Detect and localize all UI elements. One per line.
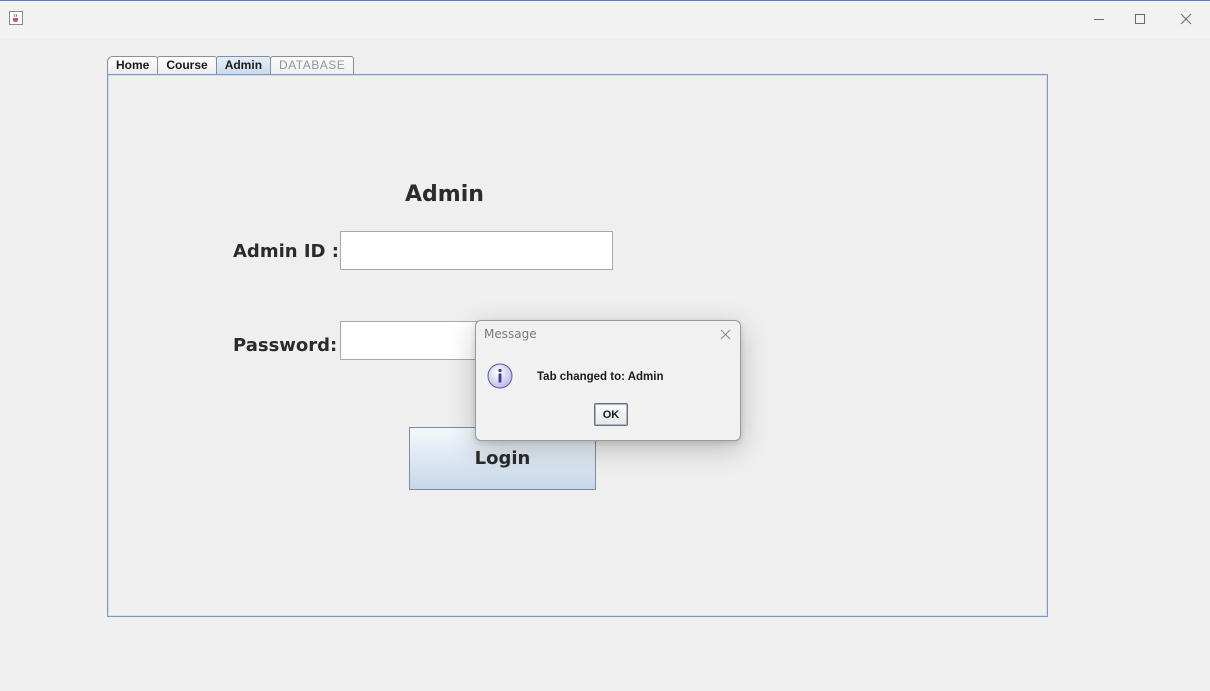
close-icon[interactable] <box>1174 7 1198 31</box>
maximize-icon[interactable] <box>1128 7 1152 31</box>
app-window: Home Course Admin DATABASE Admin Admin I… <box>0 0 1210 691</box>
tab-home[interactable]: Home <box>107 56 159 74</box>
close-icon[interactable] <box>716 325 734 343</box>
minimize-icon[interactable] <box>1087 7 1111 31</box>
tab-course[interactable]: Course <box>157 56 217 74</box>
admin-id-input[interactable] <box>340 231 613 270</box>
tab-bar: Home Course Admin DATABASE <box>107 56 355 75</box>
page-title: Admin <box>405 182 484 207</box>
ok-button[interactable]: OK <box>594 403 628 426</box>
admin-id-label: Admin ID : <box>233 241 339 262</box>
tab-admin[interactable]: Admin <box>215 56 272 74</box>
info-icon <box>487 363 513 389</box>
password-label: Password: <box>233 335 338 356</box>
dialog-message: Tab changed to: Admin <box>537 371 664 383</box>
title-bar <box>0 1 1210 39</box>
dialog-title: Message <box>484 327 537 341</box>
tab-database: DATABASE <box>270 56 355 74</box>
message-dialog: Message Tab changed to: Admin OK <box>475 320 741 441</box>
java-cup-icon <box>9 11 23 25</box>
